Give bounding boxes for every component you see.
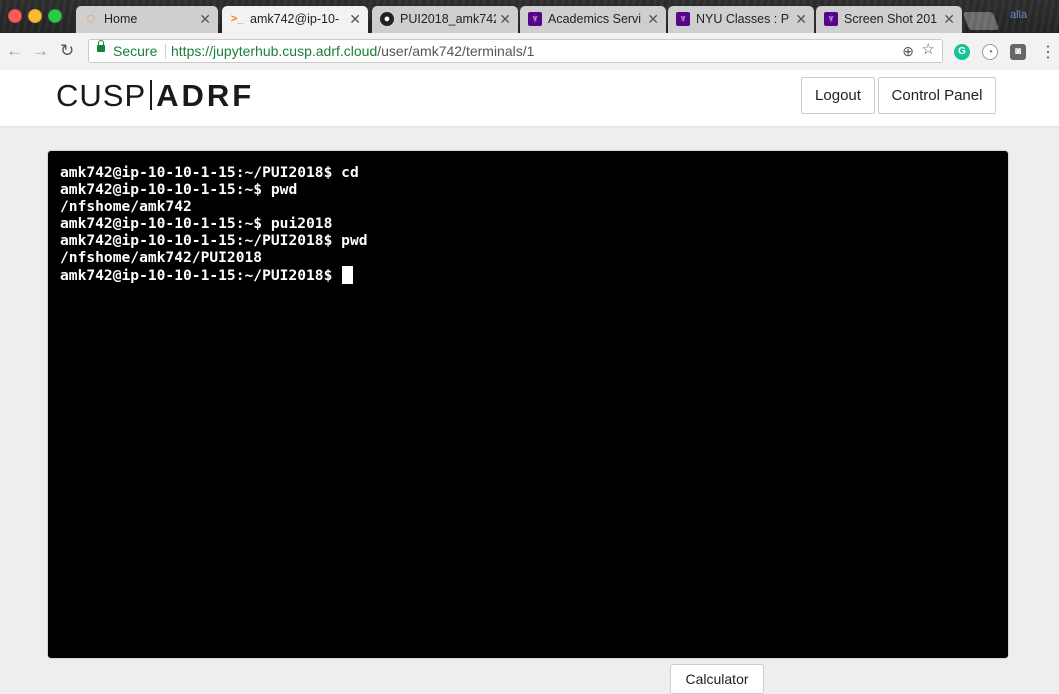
address-bar[interactable]: Secure https://jupyterhub.cusp.adrf.clou… [88,39,943,63]
calculator-button[interactable]: Calculator [670,664,764,694]
logo-cusp: CUSP [56,78,147,113]
url-text: https://jupyterhub.cusp.adrf.cloud/user/… [171,40,534,62]
terminal-line: /nfshome/amk742 [60,198,192,215]
control-panel-button[interactable]: Control Panel [878,77,996,114]
page-header: CUSP ADRF Logout Control Panel [0,70,1059,127]
github-icon: ● [380,12,394,26]
terminal-line: amk742@ip-10-10-1-15:~$ pwd [60,181,298,198]
jupyter-icon: ◌ [86,10,96,27]
browser-toolbar: ← → ↻ Secure https://jupyterhub.cusp.adr… [0,33,1059,70]
url-host: https://jupyterhub.cusp.adrf.cloud [171,43,378,59]
browser-menu-icon[interactable]: ⋮ [1040,42,1056,62]
bookmark-star-icon[interactable]: ☆ [922,39,935,61]
back-arrow-icon[interactable]: ← [6,41,23,61]
logout-button[interactable]: Logout [801,77,875,114]
zoom-icon[interactable]: ⊕ [902,40,914,62]
close-tab-icon[interactable]: ✕ [499,6,511,33]
lock-icon [97,40,105,52]
nyu-torch-icon: ♆ [824,12,838,26]
tab-screenshot[interactable]: ♆ Screen Shot 201 ✕ [816,6,962,33]
nyu-torch-icon: ♆ [528,12,542,26]
url-path: /user/amk742/terminals/1 [377,43,535,59]
cusp-adrf-logo: CUSP ADRF [56,78,254,114]
tab-nyu-classes[interactable]: ♆ NYU Classes : P ✕ [668,6,814,33]
logo-divider [150,80,153,110]
terminal-prompt: amk742@ip-10-10-1-15:~/PUI2018$ [60,267,342,284]
forward-arrow-icon[interactable]: → [32,41,49,61]
grammarly-extension-icon[interactable]: G [954,44,970,60]
tab-academics[interactable]: ♆ Academics Servi ✕ [520,6,666,33]
new-tab-button[interactable] [962,12,1000,30]
secure-label: Secure [113,43,158,59]
nyu-torch-icon: ♆ [676,12,690,26]
logo-adrf: ADRF [156,78,255,113]
terminal-cursor [342,266,354,284]
maximize-window-button[interactable] [48,9,62,23]
tab-github[interactable]: ● PUI2018_amk742 ✕ [372,6,518,33]
tab-home[interactable]: ◌ Home ✕ [76,6,218,33]
close-tab-icon[interactable]: ✕ [199,6,211,33]
extension-icon[interactable]: ◙ [1010,44,1026,60]
profile-label: alla [1010,9,1028,21]
reload-icon[interactable]: ↻ [60,41,74,61]
omnibox-divider [165,44,166,59]
terminal-line: amk742@ip-10-10-1-15:~/PUI2018$ pwd [60,232,368,249]
extension-icon[interactable]: ◔ [982,44,998,60]
minimize-window-button[interactable] [28,9,42,23]
close-tab-icon[interactable]: ✕ [943,6,955,33]
tab-terminal[interactable]: >_ amk742@ip-10- ✕ [222,6,368,35]
terminal-line: /nfshome/amk742/PUI2018 [60,249,263,266]
terminal-icon: >_ [230,13,244,25]
close-tab-icon[interactable]: ✕ [795,6,807,33]
terminal-prompt-line: amk742@ip-10-10-1-15:~/PUI2018$ [60,266,1008,284]
terminal-window[interactable]: amk742@ip-10-10-1-15:~/PUI2018$ cd amk74… [48,151,1008,658]
close-tab-icon[interactable]: ✕ [349,6,361,33]
close-tab-icon[interactable]: ✕ [647,6,659,33]
terminal-line: amk742@ip-10-10-1-15:~/PUI2018$ cd [60,164,359,181]
close-window-button[interactable] [8,9,22,23]
terminal-line: amk742@ip-10-10-1-15:~$ pui2018 [60,215,333,232]
